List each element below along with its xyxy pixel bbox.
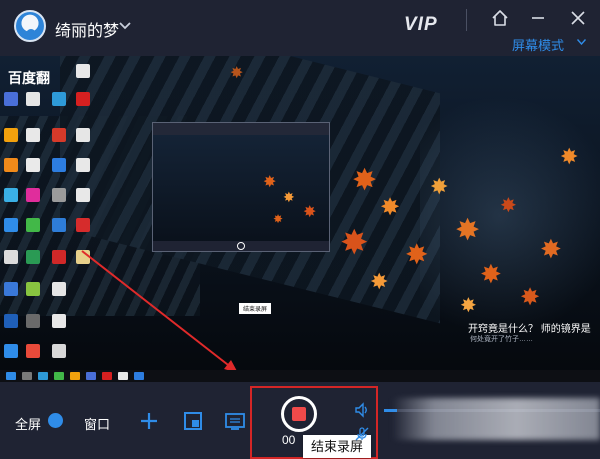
taskbar-icon (6, 372, 16, 380)
plus-icon[interactable] (137, 409, 161, 433)
fullscreen-option[interactable]: 全屏 (15, 414, 41, 433)
screen-preview: ✸ ✸ ✸ ✸ ✸ ✸ ✸ ✸ ✸ ✸ ✸ ✸ ✸ ✸ ✸ 百度翻 (0, 56, 600, 382)
title-divider (466, 9, 467, 31)
record-timer: 00 (282, 433, 296, 447)
taskbar-icon (102, 372, 112, 380)
vip-badge[interactable]: VIP (404, 14, 438, 36)
title-bar: 绮丽的梦 VIP 屏幕模式 (0, 0, 600, 56)
annotation-arrow (81, 250, 238, 373)
window-option[interactable]: 窗口 (84, 414, 110, 433)
blurred-region (392, 398, 600, 440)
fullscreen-radio[interactable] (48, 413, 63, 428)
mode-chevron-icon[interactable] (576, 37, 587, 48)
taskbar-icon (86, 372, 96, 380)
taskbar-icon (70, 372, 80, 380)
mode-selector[interactable]: 屏幕模式 (512, 35, 564, 54)
taskbar-icon (134, 372, 144, 380)
avatar[interactable] (14, 10, 46, 42)
video-icon[interactable] (223, 409, 247, 433)
chevron-down-icon[interactable] (119, 19, 131, 33)
mic-muted-icon[interactable] (352, 424, 372, 444)
taskbar (0, 370, 600, 382)
taskbar-icon (54, 372, 64, 380)
taskbar-icon (118, 372, 128, 380)
close-icon[interactable] (566, 6, 590, 30)
username[interactable]: 绮丽的梦 (55, 17, 119, 41)
taskbar-icon (38, 372, 48, 380)
speaker-icon[interactable] (352, 400, 372, 420)
taskbar-icon (22, 372, 32, 380)
home-icon[interactable] (488, 6, 512, 30)
region-select-icon[interactable] (181, 409, 205, 433)
minimize-icon[interactable] (526, 6, 550, 30)
record-stop-icon[interactable] (281, 396, 317, 432)
